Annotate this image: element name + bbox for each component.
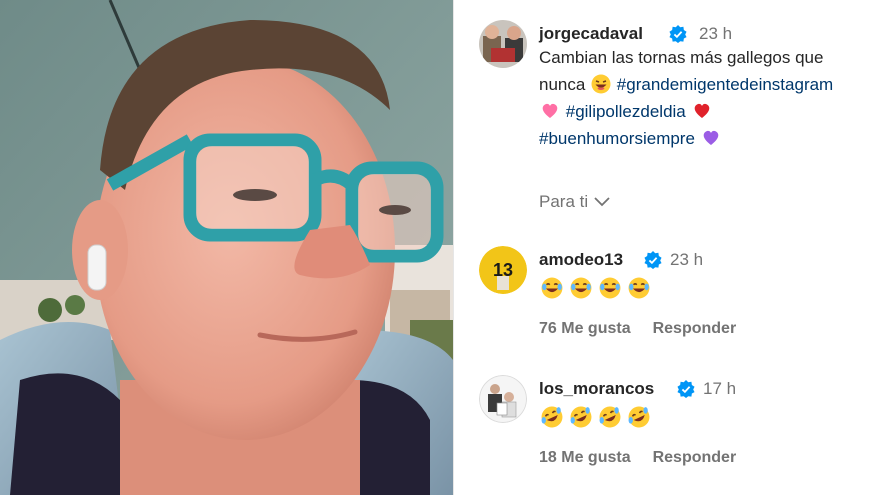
comment-time: 17 h [703,379,737,398]
caption-line-4: #buenhumorsiempre [539,125,880,152]
verified-badge-icon [677,380,695,398]
rofl-emoji-icon [599,406,621,428]
comment-username[interactable]: amodeo13 [539,250,623,270]
caption-line-3: #gilipollezdeldia [539,98,880,125]
selfie-image [0,0,453,495]
post-caption: Cambian las tornas más gallegos que nunc… [539,44,880,152]
post-time: 23 h [699,24,733,43]
purple-heart-icon [703,130,718,145]
joy-emoji-icon [570,277,592,299]
rofl-emoji-icon [628,406,650,428]
comment-meta-row: 76 Me gusta Responder [539,320,736,338]
post-photo[interactable] [0,0,453,495]
comments-panel: jorgecadaval 23 h Cambian las tornas más… [454,0,880,495]
hashtag-link-2[interactable]: #gilipollezdeldia [566,102,686,121]
para-ti-label: Para ti [539,192,589,211]
joy-emoji-icon [599,277,621,299]
red-heart-icon [694,103,709,118]
comment-meta-row: 18 Me gusta Responder [539,449,736,467]
verified-badge-icon [644,251,662,269]
comment-avatar-amodeo13[interactable]: 13 [479,246,527,294]
reply-button[interactable]: Responder [653,449,737,467]
rofl-emoji-icon [541,406,563,428]
comment-emoji-row [541,277,650,299]
comment-time: 23 h [670,250,704,269]
hashtag-link-3[interactable]: #buenhumorsiempre [539,129,695,148]
chevron-down-icon [594,197,610,207]
rofl-emoji-icon [570,406,592,428]
joy-emoji-icon [541,277,563,299]
hashtag-link-1[interactable]: #grandemigentedeinstagram [617,75,833,94]
author-avatar[interactable] [479,20,527,68]
reply-button[interactable]: Responder [653,320,737,338]
author-username[interactable]: jorgecadaval [539,24,643,44]
comment-avatar-los-morancos[interactable] [479,375,527,423]
caption-line-2: nunca #grandemigentedeinstagram [539,71,880,98]
comment-username[interactable]: los_morancos [539,379,654,399]
para-ti-dropdown[interactable]: Para ti [539,192,610,212]
comment-emoji-row [541,406,650,428]
joy-emoji-icon [628,277,650,299]
comment-likes[interactable]: 76 Me gusta [539,320,631,338]
verified-badge-icon [669,25,687,43]
pink-heart-icon [542,103,558,118]
comment-likes[interactable]: 18 Me gusta [539,449,631,467]
caption-text-nunca: nunca [539,75,586,94]
caption-line-1: Cambian las tornas más gallegos que [539,48,824,67]
laughing-emoji-icon [591,74,611,94]
